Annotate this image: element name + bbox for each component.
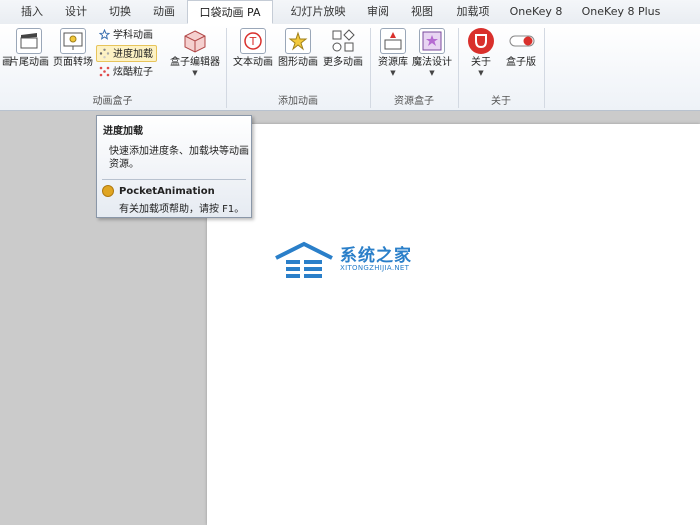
addin-gear-icon [102, 185, 114, 197]
slide-canvas[interactable] [207, 124, 700, 525]
text-t-icon: T [240, 28, 266, 54]
about-button[interactable]: 关于 ▼ [460, 28, 502, 77]
group-label-about: 关于 [491, 96, 511, 107]
chevron-down-icon: ▼ [390, 69, 396, 77]
tab-review[interactable]: 审阅 [360, 0, 396, 24]
magic-wand-icon [419, 28, 445, 54]
pocket-logo-icon [468, 28, 494, 54]
toggle-switch-icon [508, 28, 535, 54]
chevron-down-icon: ▼ [192, 69, 198, 77]
subject-anim-button[interactable]: 学科动画 [97, 27, 156, 44]
tab-slideshow[interactable]: 幻灯片放映 [286, 0, 350, 24]
tab-onekey8-plus[interactable]: OneKey 8 Plus [578, 0, 664, 24]
shapes-grid-icon [330, 28, 356, 54]
box-editor-button[interactable]: 盒子编辑器 ▼ [168, 28, 222, 77]
box-edition-toggle[interactable]: 盒子版 [500, 28, 542, 69]
progress-load-button[interactable]: 进度加载 [96, 45, 157, 62]
text-anim-button[interactable]: T 文本动画 [232, 28, 274, 69]
watermark-url: XITONGZHIJIA.NET [340, 264, 410, 272]
particle-icon [99, 66, 110, 77]
tab-addins[interactable]: 加载项 [450, 0, 496, 24]
tab-insert[interactable]: 插入 [14, 0, 50, 24]
title-anim-button[interactable]: 片尾动画 [8, 28, 50, 69]
shape-star-icon [285, 28, 311, 54]
watermark-name: 系统之家 [340, 246, 412, 266]
tab-transition[interactable]: 切换 [102, 0, 138, 24]
group-label-resource: 资源盒子 [394, 96, 434, 107]
tab-animation[interactable]: 动画 [146, 0, 182, 24]
tooltip-help: 有关加载项帮助，请按 F1。 [119, 204, 245, 215]
tooltip-title: 进度加载 [103, 126, 143, 137]
magic-design-button[interactable]: 魔法设计 ▼ [411, 28, 453, 77]
tab-pocket-animation[interactable]: 口袋动画 PA [187, 0, 273, 24]
svg-text:T: T [249, 35, 257, 48]
cube-icon [182, 28, 208, 54]
chevron-down-icon: ▼ [478, 69, 484, 77]
tooltip-addin-name: PocketAnimation [119, 186, 215, 197]
group-label-add: 添加动画 [278, 96, 318, 107]
cool-particle-button[interactable]: 炫酷粒子 [97, 64, 156, 81]
resource-lib-button[interactable]: 资源库 ▼ [372, 28, 414, 77]
resource-box-icon [380, 28, 406, 54]
tooltip-divider [102, 179, 246, 180]
more-anim-button[interactable]: 更多动画 [322, 28, 364, 69]
group-label-box: 动画盒子 [92, 96, 133, 107]
ribbon-tab-bar: 插入 设计 切换 动画 口袋动画 PA 幻灯片放映 审阅 视图 加载项 OneK… [0, 0, 700, 25]
clapperboard-icon [16, 28, 42, 54]
page-transition-button[interactable]: 页面转场 [52, 28, 94, 69]
tab-view[interactable]: 视图 [404, 0, 440, 24]
tab-onekey8[interactable]: OneKey 8 [506, 0, 566, 24]
shape-anim-button[interactable]: 图形动画 [277, 28, 319, 69]
lightbulb-slide-icon [60, 28, 86, 54]
tooltip-progress-load: 进度加载 快速添加进度条、加载块等动画资源。 PocketAnimation 有… [96, 115, 252, 218]
star-icon [98, 28, 111, 40]
ribbon: 画 片尾动画 页面转场 学科动画 进度加载 炫酷粒子 盒子编辑器 ▼ 动画盒子 … [0, 24, 700, 111]
house-logo-icon [275, 241, 333, 278]
group-separator [544, 28, 545, 108]
loading-dots-icon [99, 48, 110, 59]
tooltip-description: 快速添加进度条、加载块等动画资源。 [109, 146, 249, 170]
tab-design[interactable]: 设计 [58, 0, 94, 24]
chevron-down-icon: ▼ [429, 69, 435, 77]
